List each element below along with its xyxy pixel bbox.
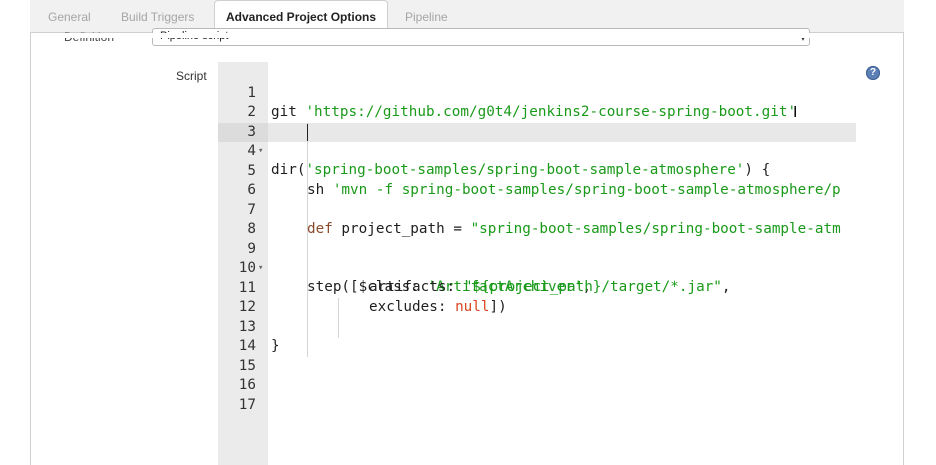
code-line-active: 4 xyxy=(218,123,256,159)
code-line: 3 ▾ dir('spring-boot-samples/spring-boot… xyxy=(218,104,770,178)
code-line: 14 xyxy=(218,318,256,354)
code-line: 13 } xyxy=(218,299,280,354)
code-line: 7 def project_path = "spring-boot-sample… xyxy=(218,182,840,237)
fold-arrow-icon[interactable]: ▾ xyxy=(258,142,263,161)
indent-guide xyxy=(307,336,308,354)
text-cursor xyxy=(307,124,308,141)
code-line: 1 git 'https://github.com/g0t4/jenkins2-… xyxy=(218,65,796,120)
code-line: 6 xyxy=(218,162,256,198)
code-line: 5 sh 'mvn -f spring-boot-samples/spring-… xyxy=(218,143,840,198)
code-line: 9 ▾ step([$class: 'ArtifactArchiver', xyxy=(218,221,591,295)
script-editor[interactable]: 1 git 'https://github.com/g0t4/jenkins2-… xyxy=(218,62,856,465)
fold-arrow-icon[interactable]: ▾ xyxy=(258,259,263,278)
code-line: 10 artifacts: "${project_path}/target/*.… xyxy=(218,240,731,295)
script-label: Script xyxy=(176,69,207,83)
active-line-highlight xyxy=(218,123,856,142)
tab-general[interactable]: General xyxy=(48,0,91,32)
scroll-mask xyxy=(31,33,902,38)
indent-guide xyxy=(307,123,308,357)
code-line: 16 xyxy=(218,357,256,393)
line-number: 17 xyxy=(238,397,256,413)
help-icon-overlay[interactable]: ? xyxy=(866,66,880,80)
code-line: 12 xyxy=(218,279,256,315)
code-line: 17 xyxy=(218,377,256,413)
code-line: 2 xyxy=(218,84,256,120)
editor-right-mask xyxy=(856,62,902,465)
indent-guide xyxy=(338,298,339,338)
ibeam-cursor-icon: I xyxy=(793,103,798,121)
code-line: 11 excludes: null]) xyxy=(218,260,507,315)
code-line: 15 xyxy=(218,338,256,374)
code-line: 8 xyxy=(218,201,256,237)
